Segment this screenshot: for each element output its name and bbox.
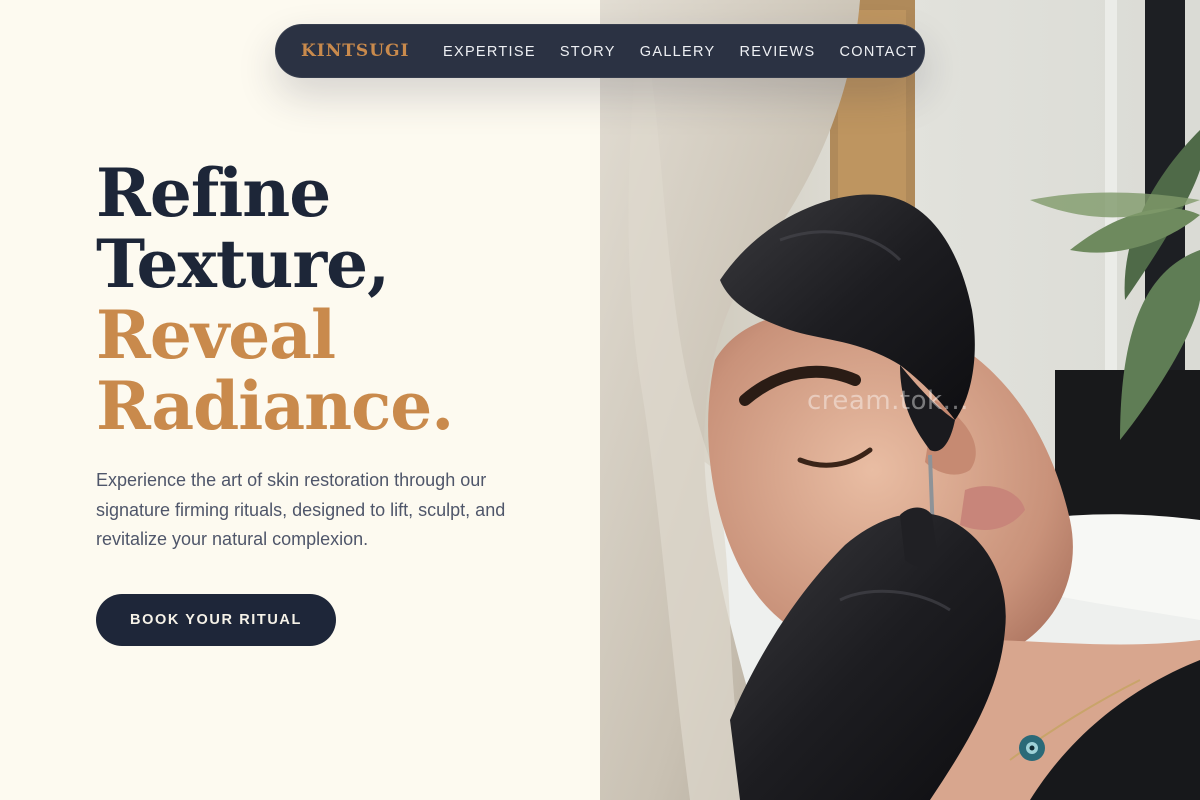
brand-logo[interactable]: KINTSUGI <box>301 41 410 61</box>
nav-links: EXPERTISE STORY GALLERY REVIEWS CONTACT <box>443 42 942 62</box>
nav-link-gallery[interactable]: GALLERY <box>640 42 716 62</box>
photo-watermark: cream.tok... <box>807 386 969 416</box>
nav-link-contact[interactable]: CONTACT <box>839 42 917 62</box>
book-your-ritual-button[interactable]: BOOK YOUR RITUAL <box>96 594 336 646</box>
nav-link-expertise[interactable]: EXPERTISE <box>443 42 536 62</box>
headline-line-texture: Texture, <box>96 225 390 303</box>
nav-link-reviews[interactable]: REVIEWS <box>740 42 816 62</box>
hero-headline: Refine Texture, Reveal Radiance. <box>96 154 454 445</box>
hero-left-panel: Refine Texture, Reveal Radiance. Experie… <box>0 0 600 800</box>
floating-navbar: KINTSUGI EXPERTISE STORY GALLERY REVIEWS… <box>275 24 925 78</box>
headline-line-reveal: Reveal <box>96 296 336 374</box>
hero-description: Experience the art of skin restoration t… <box>96 470 506 549</box>
nav-link-story[interactable]: STORY <box>560 42 616 62</box>
hero-photo: cream.tok... <box>600 0 1200 800</box>
headline-line-radiance: Radiance. <box>96 367 454 445</box>
headline-line-refine: Refine <box>96 154 331 232</box>
